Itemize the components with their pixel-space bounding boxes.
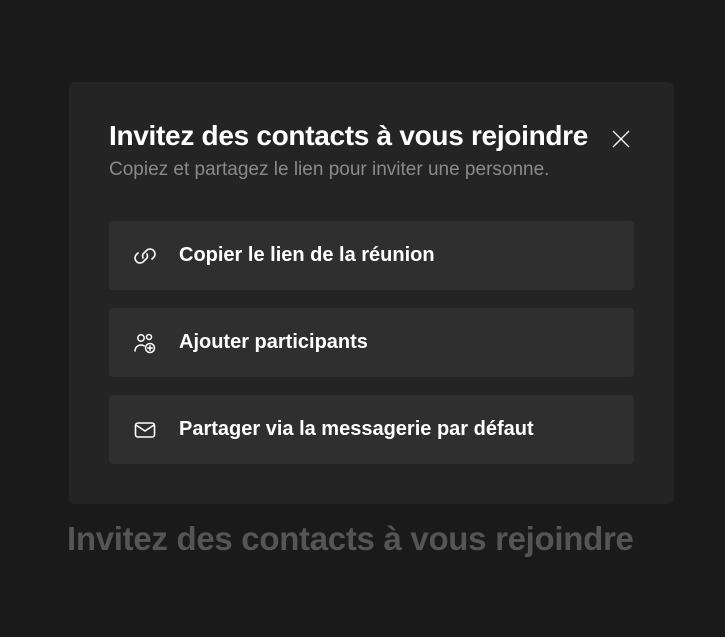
people-add-icon bbox=[133, 331, 157, 355]
modal-header: Invitez des contacts à vous rejoindre bbox=[109, 120, 634, 155]
close-icon bbox=[612, 130, 630, 151]
invite-modal: Invitez des contacts à vous rejoindre Co… bbox=[69, 82, 674, 504]
action-list: Copier le lien de la réunion Ajouter par… bbox=[109, 221, 634, 464]
copy-link-label: Copier le lien de la réunion bbox=[179, 244, 435, 267]
add-participants-label: Ajouter participants bbox=[179, 331, 368, 354]
close-button[interactable] bbox=[608, 126, 634, 155]
link-icon bbox=[133, 244, 157, 268]
share-email-button[interactable]: Partager via la messagerie par défaut bbox=[109, 395, 634, 464]
modal-subtitle: Copiez et partagez le lien pour inviter … bbox=[109, 159, 634, 181]
background-title: Invitez des contacts à vous rejoindre bbox=[67, 520, 634, 558]
mail-icon bbox=[133, 418, 157, 442]
share-email-label: Partager via la messagerie par défaut bbox=[179, 418, 534, 441]
modal-title: Invitez des contacts à vous rejoindre bbox=[109, 120, 588, 152]
add-participants-button[interactable]: Ajouter participants bbox=[109, 308, 634, 377]
copy-link-button[interactable]: Copier le lien de la réunion bbox=[109, 221, 634, 290]
